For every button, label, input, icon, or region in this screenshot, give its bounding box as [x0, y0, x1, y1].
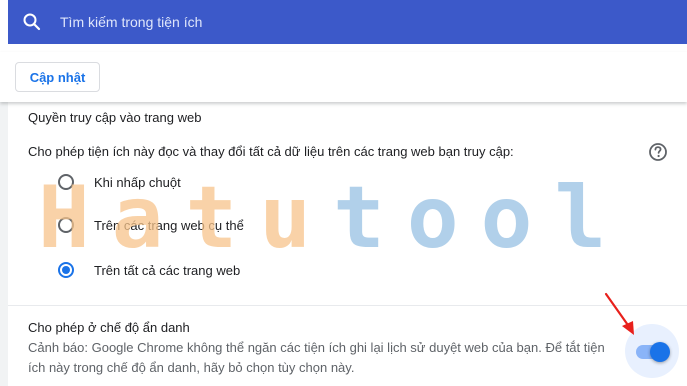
radio-option-on-click[interactable]: Khi nhấp chuột: [58, 172, 181, 192]
update-button[interactable]: Cập nhật: [15, 62, 100, 92]
search-bar[interactable]: Tìm kiếm trong tiện ích: [8, 0, 687, 44]
radio-label: Trên các trang web cụ thể: [94, 217, 244, 233]
incognito-title: Cho phép ở chế độ ẩn danh: [28, 320, 190, 335]
extension-settings-card: Quyền truy cập vào trang web Cho phép ti…: [8, 102, 687, 386]
radio-button[interactable]: [58, 217, 74, 233]
radio-button[interactable]: [58, 174, 74, 190]
toolbar: Cập nhật: [0, 52, 687, 102]
radio-option-all-sites[interactable]: Trên tất cả các trang web: [58, 260, 240, 280]
help-icon[interactable]: [648, 142, 668, 162]
search-input[interactable]: Tìm kiếm trong tiện ích: [60, 14, 202, 30]
section-divider: [8, 305, 687, 306]
search-icon[interactable]: [10, 0, 54, 44]
top-bar: Tìm kiếm trong tiện ích: [0, 0, 687, 52]
radio-label: Khi nhấp chuột: [94, 174, 181, 190]
red-arrow-icon: [604, 292, 634, 335]
radio-option-specific-sites[interactable]: Trên các trang web cụ thể: [58, 215, 244, 235]
incognito-toggle[interactable]: [636, 342, 670, 362]
site-access-title: Quyền truy cập vào trang web: [28, 110, 202, 125]
site-access-description: Cho phép tiện ích này đọc và thay đổi tấ…: [28, 144, 514, 159]
radio-label: Trên tất cả các trang web: [94, 262, 241, 278]
radio-button-checked[interactable]: [58, 262, 74, 278]
incognito-warning: Cảnh báo: Google Chrome không thể ngăn c…: [28, 340, 605, 375]
toggle-knob: [650, 342, 670, 362]
